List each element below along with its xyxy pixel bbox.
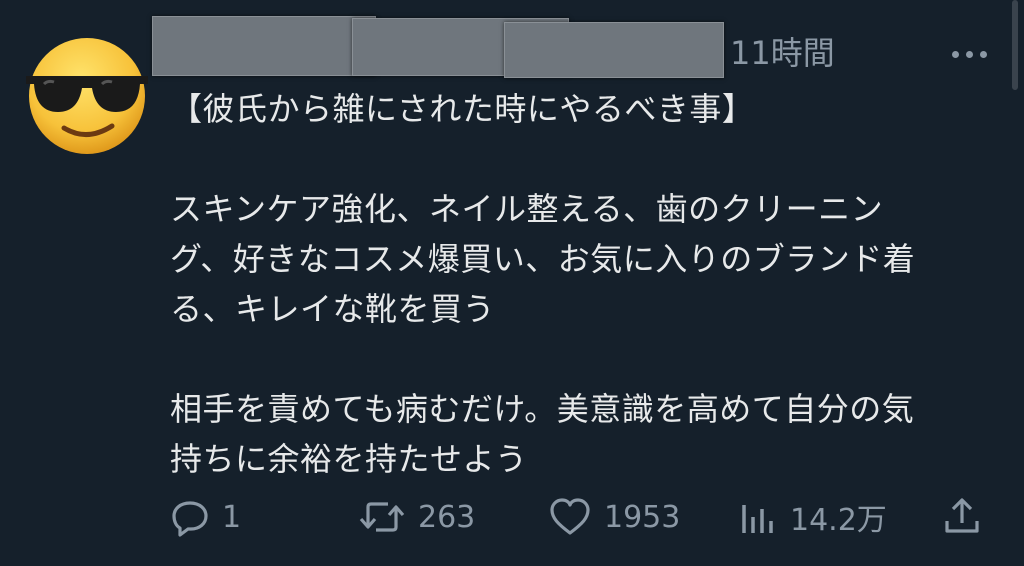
repost-count: 263 xyxy=(418,499,476,535)
repost-icon xyxy=(359,502,405,532)
post-line: スキンケア強化、ネイル整える、歯のクリーニン xyxy=(170,190,884,228)
reply-count: 1 xyxy=(222,499,242,535)
post-line: 【彼氏から雑にされた時にやるべき事】 xyxy=(170,90,755,128)
like-count: 1953 xyxy=(604,499,681,535)
avatar[interactable] xyxy=(22,28,152,158)
repost-button[interactable]: 263 xyxy=(358,492,475,542)
redacted-handle-2 xyxy=(504,22,724,78)
views-count: 14.2万 xyxy=(790,503,887,538)
action-bar: 1 263 1953 14.2万 xyxy=(170,492,1000,542)
post-line: 持ちに余裕を持たせよう xyxy=(170,440,528,478)
more-dots-icon[interactable] xyxy=(944,34,994,74)
post-timestamp[interactable]: 11時間 xyxy=(730,30,835,76)
views-button[interactable]: 14.2万 xyxy=(738,492,887,542)
redacted-display-name xyxy=(152,16,376,76)
share-icon xyxy=(945,498,979,533)
scrollbar[interactable] xyxy=(1012,0,1018,90)
post-line: る、キレイな靴を買う xyxy=(170,290,496,328)
reply-button[interactable]: 1 xyxy=(170,492,241,542)
share-button[interactable] xyxy=(942,492,982,542)
post-line: グ、好きなコスメ爆買い、お気に入りのブランド着 xyxy=(170,240,916,278)
sunglasses-emoji-icon xyxy=(26,38,148,154)
post-line: 相手を責めても病むだけ。美意識を高めて自分の気 xyxy=(170,390,915,428)
post-body: 【彼氏から雑にされた時にやるべき事】 スキンケア強化、ネイル整える、歯のクリーニ… xyxy=(170,84,1000,484)
reply-icon xyxy=(172,501,208,537)
like-button[interactable]: 1953 xyxy=(548,492,680,542)
post-line-break xyxy=(170,134,1000,184)
views-icon xyxy=(742,505,773,533)
heart-icon xyxy=(550,498,590,535)
post-line-break xyxy=(170,334,1000,384)
